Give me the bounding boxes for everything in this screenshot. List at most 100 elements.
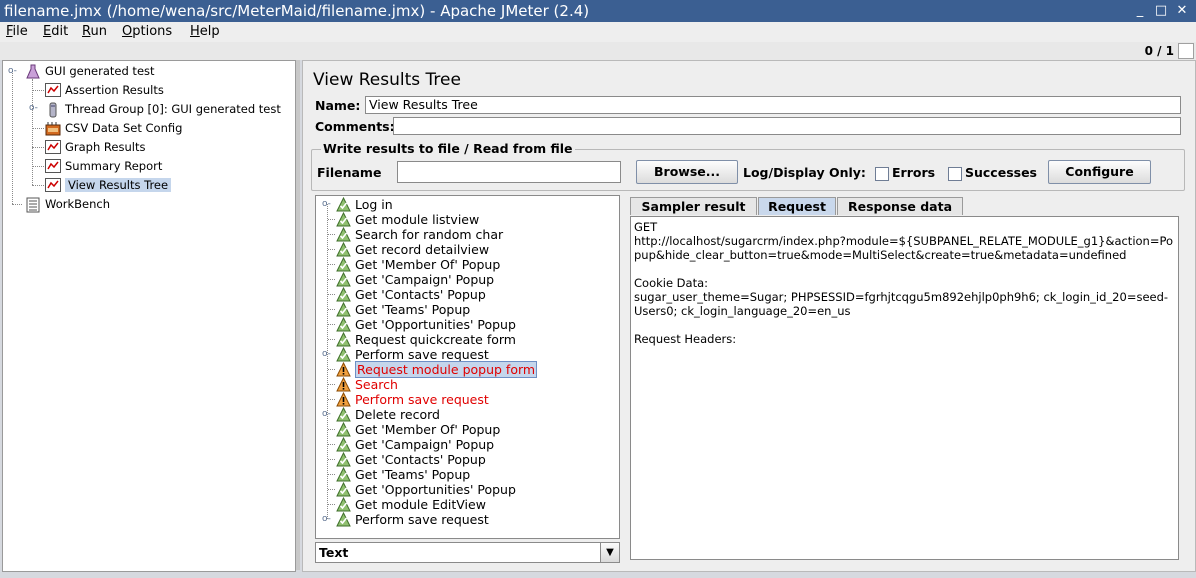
sample-label: Perform save request [355,347,489,362]
expand-handle-icon[interactable]: o- [29,103,38,113]
sample-row[interactable]: Get 'Campaign' Popup [316,271,616,287]
tab-sampler-result[interactable]: Sampler result [630,197,757,215]
tree-node-csv-data-set-config[interactable]: CSV Data Set Config [45,119,182,137]
tab-response-data[interactable]: Response data [837,197,963,215]
sample-row[interactable]: Get 'Teams' Popup [316,301,616,317]
renderer-select[interactable]: Text ▼ [315,542,620,563]
sample-results-tree[interactable]: o- Log in Get module listview Search for ra… [315,195,620,539]
panel-title: View Results Tree [313,70,461,90]
request-content[interactable]: GET http://localhost/sugarcrm/index.php?m… [630,216,1179,560]
close-button[interactable]: ✕ [1174,3,1190,19]
sample-label: Request quickcreate form [355,332,516,347]
menu-edit[interactable]: Edit [43,24,68,40]
request-line: Cookie Data: [634,276,709,290]
pane-splitter[interactable] [296,60,300,570]
sample-row[interactable]: Search [316,376,616,392]
tree-node-workbench[interactable]: WorkBench [25,195,110,213]
warning-icon [336,361,351,377]
request-line: sugar_user_theme=Sugar; PHPSESSID=fgrhjt… [634,290,1169,318]
comments-field[interactable] [393,117,1181,135]
sample-label: Perform save request [355,512,489,527]
menu-help[interactable]: Help [190,24,220,40]
sample-row[interactable]: Get 'Member Of' Popup [316,421,616,437]
expand-handle-icon[interactable]: o- [322,512,332,527]
browse-button[interactable]: Browse... [636,160,738,184]
status-row: 0 / 1 [0,42,1196,60]
maximize-button[interactable]: □ [1153,3,1169,19]
errors-checkbox[interactable] [875,167,889,181]
menu-bar: File Edit Run Options Help [0,22,1196,43]
sample-label: Get 'Contacts' Popup [355,452,486,467]
filename-field[interactable] [397,161,621,183]
success-icon [336,211,351,227]
success-icon [336,286,351,302]
sample-label: Perform save request [355,392,489,407]
tree-node-summary-report[interactable]: Summary Report [45,157,162,175]
menu-options[interactable]: Options [122,24,172,40]
sample-row[interactable]: Get 'Contacts' Popup [316,286,616,302]
name-field[interactable]: View Results Tree [365,96,1181,114]
sample-row[interactable]: Get 'Contacts' Popup [316,451,616,467]
tree-node-thread-group[interactable]: Thread Group [0]: GUI generated test [45,100,281,118]
success-icon [336,226,351,242]
sample-row[interactable]: Get 'Opportunities' Popup [316,481,616,497]
sample-label: Delete record [355,407,440,422]
expand-handle-icon[interactable]: o- [322,347,332,362]
sample-row[interactable]: Get 'Campaign' Popup [316,436,616,452]
sample-row[interactable]: Request module popup form [316,361,616,378]
menu-run[interactable]: Run [82,24,107,40]
sample-row[interactable]: Get 'Opportunities' Popup [316,316,616,332]
successes-checkbox[interactable] [948,167,962,181]
success-icon [336,466,351,482]
workbench-icon [25,197,41,212]
sample-row[interactable]: o- Perform save request [316,346,616,362]
sample-row[interactable]: Get record detailview [316,241,616,257]
success-icon [336,256,351,272]
expand-handle-icon[interactable]: o- [322,407,332,422]
filename-label: Filename [317,165,382,180]
sample-label: Log in [355,197,393,212]
warning-icon [336,391,351,407]
sample-label: Get record detailview [355,242,490,257]
sample-label: Get 'Campaign' Popup [355,437,495,452]
expand-handle-icon[interactable]: o- [322,197,332,212]
success-icon [336,406,351,422]
request-line: http://localhost/sugarcrm/index.php?modu… [634,234,1174,262]
configure-button[interactable]: Configure [1048,160,1151,184]
success-icon [336,496,351,512]
sample-row[interactable]: o- Log in [316,196,616,212]
success-icon [336,511,351,527]
expand-handle-icon[interactable]: o- [8,66,17,76]
sample-row[interactable]: Request quickcreate form [316,331,616,347]
sample-label: Get 'Member Of' Popup [355,422,501,437]
sample-label: Get module EditView [355,497,486,512]
sample-row[interactable]: Get 'Member Of' Popup [316,256,616,272]
sample-row[interactable]: Search for random char [316,226,616,242]
minimize-button[interactable]: _ [1132,3,1148,19]
test-plan-icon [25,64,41,78]
request-line [634,262,1175,276]
success-icon [336,481,351,497]
sample-row[interactable]: Get 'Teams' Popup [316,466,616,482]
tree-node-view-results-tree[interactable]: View Results Tree [45,176,172,194]
sample-label: Get 'Opportunities' Popup [355,482,516,497]
warning-icon [336,376,351,392]
tree-node-graph-results[interactable]: Graph Results [45,138,145,156]
view-results-tree-panel: View Results Tree Name: View Results Tre… [302,60,1196,572]
sample-row[interactable]: o- Perform save request [316,511,616,527]
tree-node-assertion-results[interactable]: Assertion Results [45,81,164,99]
test-plan-tree[interactable]: o- GUI generated test Assertion Results … [2,60,296,572]
sample-row[interactable]: Get module EditView [316,496,616,512]
chevron-down-icon[interactable]: ▼ [600,543,619,562]
menu-file[interactable]: File [6,24,28,40]
sample-row[interactable]: o- Delete record [316,406,616,422]
tree-node-test-plan[interactable]: GUI generated test [25,62,155,80]
success-icon [336,451,351,467]
listener-icon [45,139,61,154]
sample-label: Get 'Teams' Popup [355,302,471,317]
sample-row[interactable]: Perform save request [316,391,616,407]
sample-row[interactable]: Get module listview [316,211,616,227]
listener-icon [45,177,61,192]
successes-label: Successes [965,165,1037,180]
tab-request[interactable]: Request [758,197,836,215]
